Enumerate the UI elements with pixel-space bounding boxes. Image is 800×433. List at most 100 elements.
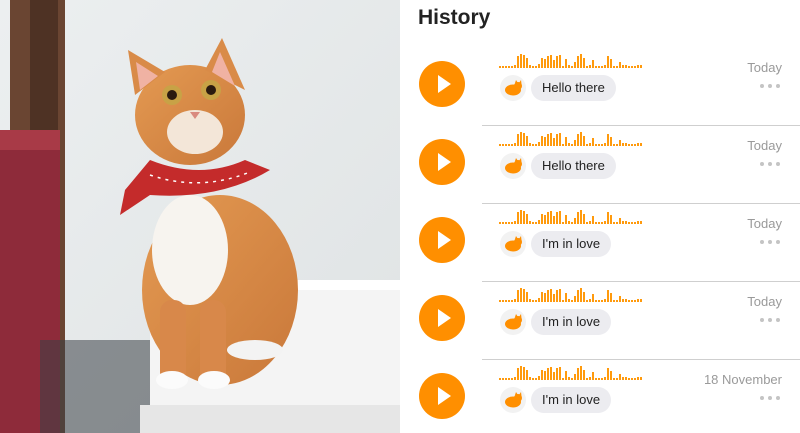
waveform-bar: [550, 289, 552, 302]
waveform-bar: [511, 378, 513, 380]
waveform-bar: [631, 300, 633, 302]
waveform-bar: [511, 144, 513, 146]
waveform-bar: [598, 66, 600, 68]
waveform-bar: [562, 66, 564, 68]
waveform-bar: [556, 134, 558, 146]
waveform-bar: [583, 214, 585, 224]
more-options-icon[interactable]: [760, 318, 780, 322]
waveform-bar: [514, 377, 516, 380]
waveform-bar: [634, 222, 636, 224]
waveform-bar: [637, 143, 639, 146]
waveform-bar: [526, 214, 528, 224]
waveform-bar: [556, 212, 558, 224]
more-options-icon[interactable]: [760, 84, 780, 88]
message-bubble: I'm in love: [531, 231, 612, 257]
waveform-bar: [604, 65, 606, 68]
waveform-bar: [628, 66, 630, 68]
message-date: 18 November: [703, 372, 782, 387]
waveform-bar: [568, 299, 570, 302]
waveform-bar: [553, 294, 555, 302]
waveform-bar: [598, 222, 600, 224]
waveform-bar: [523, 55, 525, 68]
waveform-bar: [517, 368, 519, 380]
waveform-bar: [628, 378, 630, 380]
more-options-icon[interactable]: [760, 396, 780, 400]
waveform-bar: [520, 288, 522, 302]
waveform-bar: [604, 299, 606, 302]
waveform-bar: [577, 134, 579, 146]
waveform-bar: [601, 144, 603, 146]
play-button[interactable]: [419, 373, 465, 419]
waveform-bar: [580, 210, 582, 224]
waveform-bar: [562, 222, 564, 224]
waveform-bar: [622, 377, 624, 380]
waveform-bar: [544, 293, 546, 302]
waveform-bar: [640, 299, 642, 302]
waveform-bar: [613, 300, 615, 302]
waveform-bar: [523, 211, 525, 224]
waveform-bar: [574, 374, 576, 380]
waveform-bar: [571, 66, 573, 68]
waveform-bar: [640, 143, 642, 146]
cat-avatar-icon: [500, 231, 526, 257]
history-item[interactable]: Today Hello there: [400, 48, 800, 126]
waveform-bar: [622, 65, 624, 68]
waveform-bar: [604, 377, 606, 380]
waveform-bar: [559, 367, 561, 380]
waveform-bar: [565, 371, 567, 380]
waveform-bar: [541, 292, 543, 302]
waveform-bar: [511, 222, 513, 224]
waveform-bar: [508, 222, 510, 224]
message-date: Today: [747, 216, 782, 231]
waveform-bar: [577, 56, 579, 68]
waveform-bar: [610, 371, 612, 380]
waveform: [499, 54, 679, 68]
waveform-bar: [610, 137, 612, 146]
history-item[interactable]: Today Hello there: [400, 126, 800, 204]
waveform-bar: [637, 221, 639, 224]
message-bubble: Hello there: [531, 75, 616, 101]
history-item[interactable]: Today I'm in love: [400, 204, 800, 282]
waveform-bar: [577, 368, 579, 380]
play-button[interactable]: [419, 139, 465, 185]
waveform-bar: [550, 133, 552, 146]
waveform-bar: [514, 299, 516, 302]
message-date: Today: [747, 60, 782, 75]
more-options-icon[interactable]: [760, 240, 780, 244]
history-item[interactable]: 18 November I'm in love: [400, 360, 800, 433]
waveform-bar: [499, 378, 501, 380]
waveform-bar: [634, 378, 636, 380]
more-options-icon[interactable]: [760, 162, 780, 166]
waveform-bar: [538, 64, 540, 68]
waveform-bar: [547, 134, 549, 146]
waveform-bar: [517, 212, 519, 224]
waveform-bar: [505, 222, 507, 224]
waveform-bar: [520, 132, 522, 146]
waveform-bar: [601, 300, 603, 302]
waveform-bar: [580, 132, 582, 146]
play-button[interactable]: [419, 295, 465, 341]
waveform-bar: [619, 62, 621, 68]
play-button[interactable]: [419, 61, 465, 107]
waveform-bar: [556, 290, 558, 302]
waveform-bar: [586, 66, 588, 68]
waveform-bar: [628, 222, 630, 224]
waveform-bar: [613, 378, 615, 380]
waveform-bar: [631, 222, 633, 224]
cat-photo: [0, 0, 400, 433]
waveform-bar: [571, 378, 573, 380]
waveform-bar: [550, 55, 552, 68]
waveform-bar: [517, 134, 519, 146]
waveform-bar: [502, 66, 504, 68]
history-item[interactable]: Today I'm in love: [400, 282, 800, 360]
waveform-bar: [634, 300, 636, 302]
play-button[interactable]: [419, 217, 465, 263]
waveform-bar: [529, 143, 531, 146]
waveform-bar: [616, 222, 618, 224]
waveform-bar: [526, 292, 528, 302]
waveform-bar: [625, 377, 627, 380]
waveform-bar: [535, 66, 537, 68]
waveform-bar: [574, 218, 576, 224]
waveform-bar: [607, 56, 609, 68]
waveform-bar: [514, 65, 516, 68]
